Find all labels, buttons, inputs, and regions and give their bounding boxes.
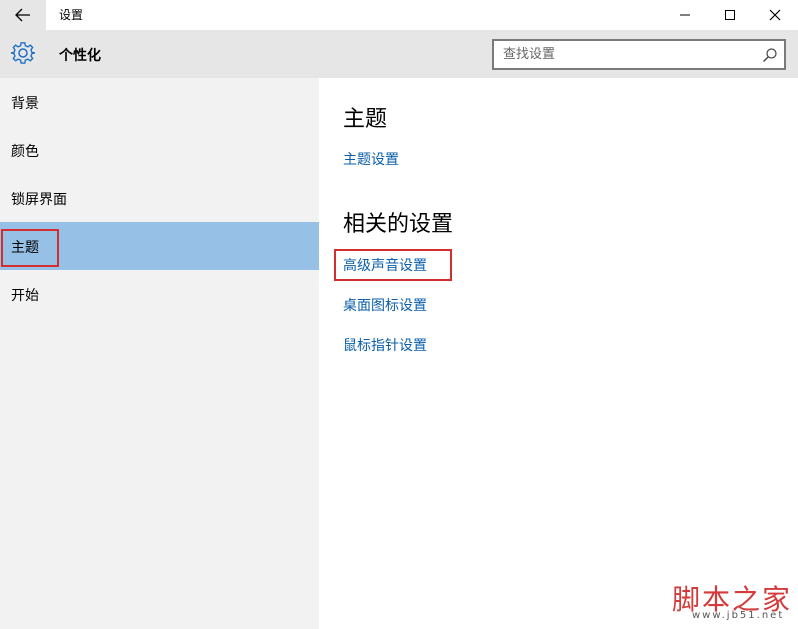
watermark: 脚本之家 www.jb51.net	[632, 572, 798, 629]
page-title: 个性化	[59, 48, 101, 64]
main-content: 主题 主题设置 相关的设置 高级声音设置 桌面图标设置 鼠标指针设置	[319, 78, 798, 629]
back-button[interactable]	[0, 0, 46, 30]
sidebar-item-lock-screen[interactable]: 锁屏界面	[0, 174, 319, 222]
sidebar: 背景 颜色 锁屏界面 主题 开始	[0, 78, 319, 629]
window-title: 设置	[59, 8, 84, 22]
sidebar-item-label: 锁屏界面	[11, 192, 67, 208]
minimize-button[interactable]	[662, 0, 708, 30]
section-heading-related-settings: 相关的设置	[343, 212, 454, 237]
sidebar-item-background[interactable]: 背景	[0, 78, 319, 126]
sidebar-item-colors[interactable]: 颜色	[0, 126, 319, 174]
theme-settings-link[interactable]: 主题设置	[343, 149, 399, 169]
search-box[interactable]	[492, 39, 786, 70]
minimize-icon	[680, 14, 690, 16]
sidebar-item-label: 背景	[11, 96, 39, 112]
mouse-pointer-settings-link[interactable]: 鼠标指针设置	[343, 335, 427, 355]
search-input[interactable]	[503, 45, 753, 64]
sidebar-item-label: 颜色	[11, 144, 39, 160]
back-arrow-icon	[15, 8, 30, 22]
section-heading-themes: 主题	[343, 107, 388, 132]
sidebar-item-start[interactable]: 开始	[0, 270, 319, 318]
close-button[interactable]	[752, 0, 798, 30]
desktop-icon-settings-link[interactable]: 桌面图标设置	[343, 295, 427, 315]
sidebar-item-label: 开始	[11, 288, 39, 304]
maximize-icon	[725, 10, 735, 20]
sidebar-item-themes[interactable]: 主题	[0, 222, 319, 270]
gear-icon	[10, 42, 36, 64]
watermark-url: www.jb51.net	[692, 610, 785, 621]
search-icon[interactable]	[762, 47, 778, 63]
advanced-sound-settings-link[interactable]: 高级声音设置	[343, 255, 427, 275]
close-icon	[769, 9, 781, 21]
title-bar: 设置	[0, 0, 798, 30]
page-header: 个性化	[0, 30, 798, 78]
sidebar-item-label: 主题	[11, 240, 39, 256]
maximize-button[interactable]	[707, 0, 753, 30]
